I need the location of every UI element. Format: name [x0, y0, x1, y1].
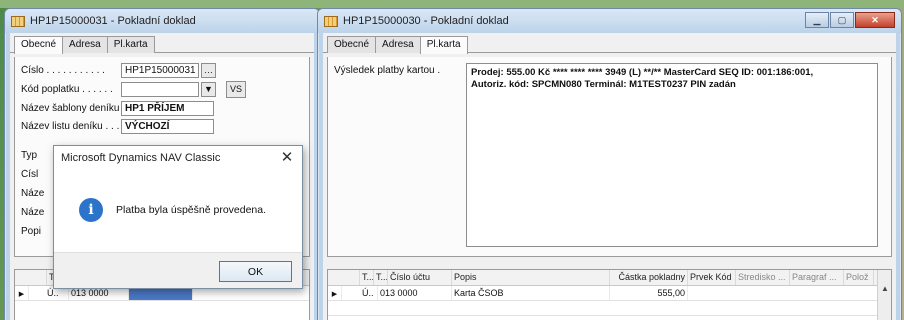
close-icon[interactable]: ✕	[855, 12, 895, 28]
right-cash-document-window: HP1P15000030 - Pokladní doklad ▁ ▢ ✕ Obe…	[317, 8, 902, 320]
card-payment-result-field[interactable]: Prodej: 555.00 Kč **** **** **** 3949 (L…	[466, 63, 878, 247]
nazev-sablony-field[interactable]: HP1 PŘÍJEM	[121, 100, 214, 116]
right-window-tabs: Obecné Adresa Pl.karta	[323, 33, 896, 54]
payment-result-line-2: Autoriz. kód: SPCMN080 Terminál: M1TEST0…	[471, 79, 736, 90]
minimize-icon[interactable]: ▁	[805, 12, 829, 28]
message-dialog: Microsoft Dynamics NAV Classic ✕ i Platb…	[53, 145, 303, 289]
dialog-message: Platba byla úspěšně provedena.	[116, 204, 267, 216]
right-row-account: 013 0000	[378, 286, 452, 300]
field-row-nazev-listu: Název listu deníku . . . . VÝCHOZÍ	[21, 118, 214, 134]
tab-pl-karta[interactable]: Pl.karta	[419, 36, 468, 54]
right-grid-header: T... T... Číslo účtu Popis Částka poklad…	[328, 270, 891, 286]
right-window-body: Obecné Adresa Pl.karta Výsledek platby k…	[323, 33, 896, 320]
card-payment-tab-panel: Výsledek platby kartou . Prodej: 555.00 …	[327, 57, 892, 257]
table-row[interactable]: ▶ Ú.. 013 0000 Karta ČSOB 555,00	[328, 286, 891, 301]
cislo-label: Číslo . . . . . . . . . . .	[21, 64, 105, 76]
tab-pl-karta[interactable]: Pl.karta	[106, 36, 155, 53]
field-row-kod-poplatku: Kód poplatku . . . . . . ▼ VS	[21, 80, 246, 98]
dialog-title: Microsoft Dynamics NAV Classic	[61, 152, 221, 164]
col-header-amount[interactable]: Částka pokladny	[610, 270, 688, 285]
tab-adresa[interactable]: Adresa	[62, 36, 108, 53]
col-header-t1[interactable]: T...	[360, 270, 374, 285]
left-window-titlebar[interactable]: HP1P15000031 - Pokladní doklad	[5, 9, 319, 33]
col-header-description[interactable]: Popis	[452, 270, 610, 285]
nazev-listu-label: Název listu deníku . . . .	[21, 120, 121, 132]
col-header-paragraph[interactable]: Paragraf ...	[790, 270, 844, 285]
window-controls: ▁ ▢ ✕	[804, 12, 895, 28]
kod-poplatku-field[interactable]	[121, 81, 199, 97]
left-window-title: HP1P15000031 - Pokladní doklad	[30, 15, 196, 27]
field-row-nazev-sablony: Název šablony deníku . . HP1 PŘÍJEM	[21, 100, 214, 116]
right-window-titlebar[interactable]: HP1P15000030 - Pokladní doklad ▁ ▢ ✕	[318, 9, 901, 33]
info-icon: i	[79, 198, 103, 222]
col-header-element-code[interactable]: Prvek Kód	[688, 270, 736, 285]
tab-obecne[interactable]: Obecné	[327, 36, 377, 53]
tab-obecne[interactable]: Obecné	[14, 36, 64, 54]
left-window-tabs: Obecné Adresa Pl.karta	[10, 33, 314, 54]
card-payment-result-label: Výsledek platby kartou .	[334, 65, 441, 76]
kod-poplatku-label: Kód poplatku . . . . . .	[21, 83, 113, 95]
right-lines-grid: T... T... Číslo účtu Popis Částka poklad…	[327, 269, 892, 320]
grid-scrollbar[interactable]: ▲	[877, 270, 891, 320]
nazev-listu-field[interactable]: VÝCHOZÍ	[121, 118, 214, 134]
col-header-t2[interactable]: T...	[374, 270, 388, 285]
field-row-cislo: Číslo . . . . . . . . . . . HP1P15000031…	[21, 62, 216, 78]
vs-button[interactable]: VS	[226, 80, 246, 98]
payment-result-line-1: Prodej: 555.00 Kč **** **** **** 3949 (L…	[471, 67, 814, 78]
col-header-account[interactable]: Číslo účtu	[388, 270, 452, 285]
desktop-background	[0, 0, 904, 8]
col-header-item[interactable]: Polož	[844, 270, 874, 285]
document-app-icon	[11, 15, 25, 27]
right-window-title: HP1P15000030 - Pokladní doklad	[343, 15, 509, 27]
col-header-center[interactable]: Stredisko ...	[736, 270, 790, 285]
nazev-sablony-label: Název šablony deníku . .	[21, 102, 121, 114]
cislo-lookup-button[interactable]: …	[201, 62, 216, 78]
maximize-icon[interactable]: ▢	[830, 12, 854, 28]
ok-button[interactable]: OK	[219, 261, 292, 282]
row-selector-arrow-icon[interactable]: ▶	[15, 286, 29, 300]
document-app-icon	[324, 15, 338, 27]
tab-adresa[interactable]: Adresa	[375, 36, 421, 53]
cislo-field[interactable]: HP1P15000031	[121, 62, 199, 78]
dialog-footer: OK	[54, 252, 302, 288]
kod-poplatku-dropdown-icon[interactable]: ▼	[201, 81, 216, 97]
right-row-amount: 555,00	[610, 286, 688, 300]
close-icon[interactable]: ✕	[278, 148, 296, 168]
scroll-up-icon[interactable]: ▲	[878, 284, 892, 293]
table-row[interactable]	[328, 301, 891, 316]
row-selector-arrow-icon[interactable]: ▶	[328, 286, 342, 300]
right-row-description: Karta ČSOB	[452, 286, 610, 300]
right-row-type: Ú..	[360, 286, 378, 300]
